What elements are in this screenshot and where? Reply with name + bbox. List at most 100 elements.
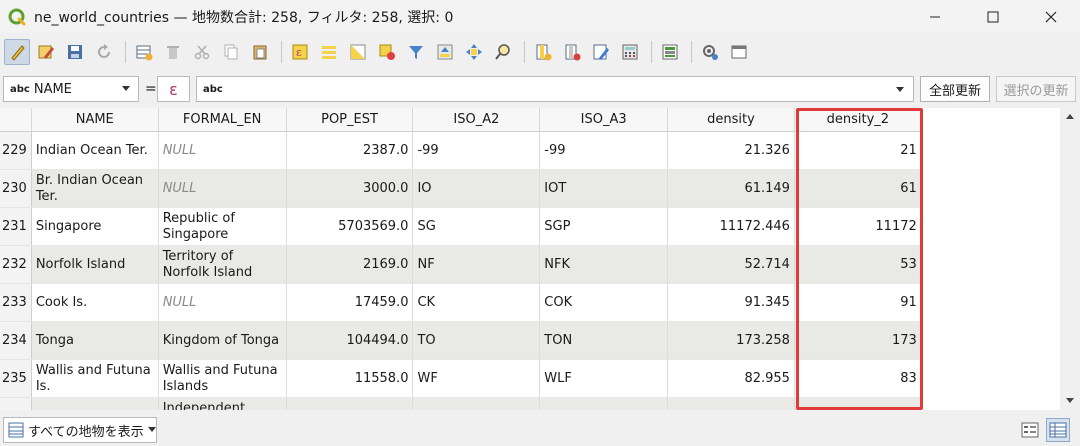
row-number[interactable]: 230: [0, 169, 32, 208]
scroll-up-icon[interactable]: [1066, 114, 1074, 119]
cell-iso-a3[interactable]: COK: [539, 283, 669, 322]
cell-density[interactable]: 11172.446: [667, 207, 795, 246]
show-all-features-button[interactable]: すべての地物を表示: [3, 417, 157, 443]
toggle-editing-button[interactable]: [4, 39, 30, 65]
expression-builder-button[interactable]: ε: [157, 76, 190, 102]
row-number[interactable]: 233: [0, 283, 32, 322]
cell-name[interactable]: Indian Ocean Ter.: [31, 131, 159, 170]
delete-feature-button[interactable]: [160, 39, 186, 65]
add-feature-button[interactable]: [131, 39, 157, 65]
column-header[interactable]: ISO_A2: [412, 108, 541, 132]
delete-field-button[interactable]: [559, 39, 585, 65]
cell-name[interactable]: [31, 397, 159, 410]
row-number[interactable]: 232: [0, 245, 32, 284]
maximize-button[interactable]: [964, 0, 1022, 33]
column-header[interactable]: POP_EST: [286, 108, 414, 132]
cell-name[interactable]: Wallis and Futuna Is.: [31, 359, 159, 398]
cell-formal-en[interactable]: Independent State: [158, 397, 287, 410]
field-calculator-button[interactable]: [617, 39, 643, 65]
field-select-dropdown[interactable]: abc NAME: [3, 76, 139, 102]
cell-iso-a2[interactable]: [412, 397, 541, 410]
deselect-all-button[interactable]: [374, 39, 400, 65]
copy-button[interactable]: [218, 39, 244, 65]
field-calculator-edit-button[interactable]: [588, 39, 614, 65]
cell-pop-est[interactable]: 104494.0: [286, 321, 414, 360]
cell-pop-est[interactable]: 17459.0: [286, 283, 414, 322]
vertical-scrollbar[interactable]: [1060, 108, 1080, 410]
cell-formal-en[interactable]: Kingdom of Tonga: [158, 321, 287, 360]
minimize-button[interactable]: [906, 0, 964, 33]
cell-density[interactable]: [667, 397, 795, 410]
cell-iso-a2[interactable]: TO: [412, 321, 541, 360]
dock-button[interactable]: [726, 39, 752, 65]
row-number[interactable]: 231: [0, 207, 32, 246]
cell-density[interactable]: 82.955: [667, 359, 795, 398]
row-number[interactable]: [0, 397, 32, 410]
cell-pop-est[interactable]: 11558.0: [286, 359, 414, 398]
select-all-button[interactable]: [316, 39, 342, 65]
cut-button[interactable]: [189, 39, 215, 65]
paste-button[interactable]: [247, 39, 273, 65]
cell-formal-en[interactable]: Wallis and Futuna Islands: [158, 359, 287, 398]
cell-iso-a2[interactable]: SG: [412, 207, 541, 246]
new-field-button[interactable]: [530, 39, 556, 65]
cell-pop-est[interactable]: 2387.0: [286, 131, 414, 170]
cell-formal-en[interactable]: NULL: [158, 131, 287, 170]
close-button[interactable]: [1022, 0, 1080, 33]
cell-iso-a3[interactable]: SGP: [539, 207, 669, 246]
multi-edit-button[interactable]: [33, 39, 59, 65]
cell-iso-a3[interactable]: NFK: [539, 245, 669, 284]
cell-density[interactable]: 91.345: [667, 283, 795, 322]
reload-button[interactable]: [91, 39, 117, 65]
invert-selection-button[interactable]: [345, 39, 371, 65]
cell-iso-a2[interactable]: NF: [412, 245, 541, 284]
cell-name[interactable]: Norfolk Island: [31, 245, 159, 284]
cell-iso-a2[interactable]: -99: [412, 131, 541, 170]
column-header[interactable]: NAME: [31, 108, 159, 132]
cell-name[interactable]: Br. Indian Ocean Ter.: [31, 169, 159, 208]
cell-name[interactable]: Singapore: [31, 207, 159, 246]
pan-to-selected-button[interactable]: [461, 39, 487, 65]
cell-density[interactable]: 21.326: [667, 131, 795, 170]
cell-iso-a2[interactable]: WF: [412, 359, 541, 398]
chevron-down-icon[interactable]: [896, 87, 904, 92]
update-selected-button[interactable]: 選択の更新: [996, 76, 1076, 102]
cell-iso-a3[interactable]: TON: [539, 321, 669, 360]
cell-pop-est[interactable]: [286, 397, 414, 410]
actions-button[interactable]: [697, 39, 723, 65]
cell-pop-est[interactable]: 3000.0: [286, 169, 414, 208]
column-header[interactable]: density: [667, 108, 795, 132]
conditional-formatting-button[interactable]: [657, 39, 683, 65]
cell-iso-a3[interactable]: -99: [539, 131, 669, 170]
cell-name[interactable]: Tonga: [31, 321, 159, 360]
row-number[interactable]: 229: [0, 131, 32, 170]
select-by-expression-button[interactable]: ε: [287, 39, 313, 65]
form-view-button[interactable]: [1018, 418, 1042, 442]
cell-formal-en[interactable]: Territory of Norfolk Island: [158, 245, 287, 284]
cell-iso-a2[interactable]: CK: [412, 283, 541, 322]
row-number[interactable]: 235: [0, 359, 32, 398]
cell-formal-en[interactable]: NULL: [158, 283, 287, 322]
cell-density[interactable]: 52.714: [667, 245, 795, 284]
column-header[interactable]: ISO_A3: [539, 108, 669, 132]
move-selection-to-top-button[interactable]: [432, 39, 458, 65]
save-edits-button[interactable]: [62, 39, 88, 65]
expression-input[interactable]: abc: [196, 76, 914, 102]
corner-header[interactable]: [0, 108, 32, 132]
table-view-button[interactable]: [1046, 418, 1070, 442]
update-all-button[interactable]: 全部更新: [920, 76, 990, 102]
zoom-to-selected-button[interactable]: [490, 39, 516, 65]
cell-formal-en[interactable]: Republic of Singapore: [158, 207, 287, 246]
cell-density[interactable]: 173.258: [667, 321, 795, 360]
cell-pop-est[interactable]: 5703569.0: [286, 207, 414, 246]
cell-iso-a3[interactable]: [539, 397, 669, 410]
cell-iso-a2[interactable]: IO: [412, 169, 541, 208]
cell-iso-a3[interactable]: IOT: [539, 169, 669, 208]
filter-button[interactable]: [403, 39, 429, 65]
cell-density[interactable]: 61.149: [667, 169, 795, 208]
cell-formal-en[interactable]: NULL: [158, 169, 287, 208]
scroll-down-icon[interactable]: [1066, 398, 1074, 403]
column-header[interactable]: FORMAL_EN: [158, 108, 287, 132]
cell-pop-est[interactable]: 2169.0: [286, 245, 414, 284]
cell-name[interactable]: Cook Is.: [31, 283, 159, 322]
